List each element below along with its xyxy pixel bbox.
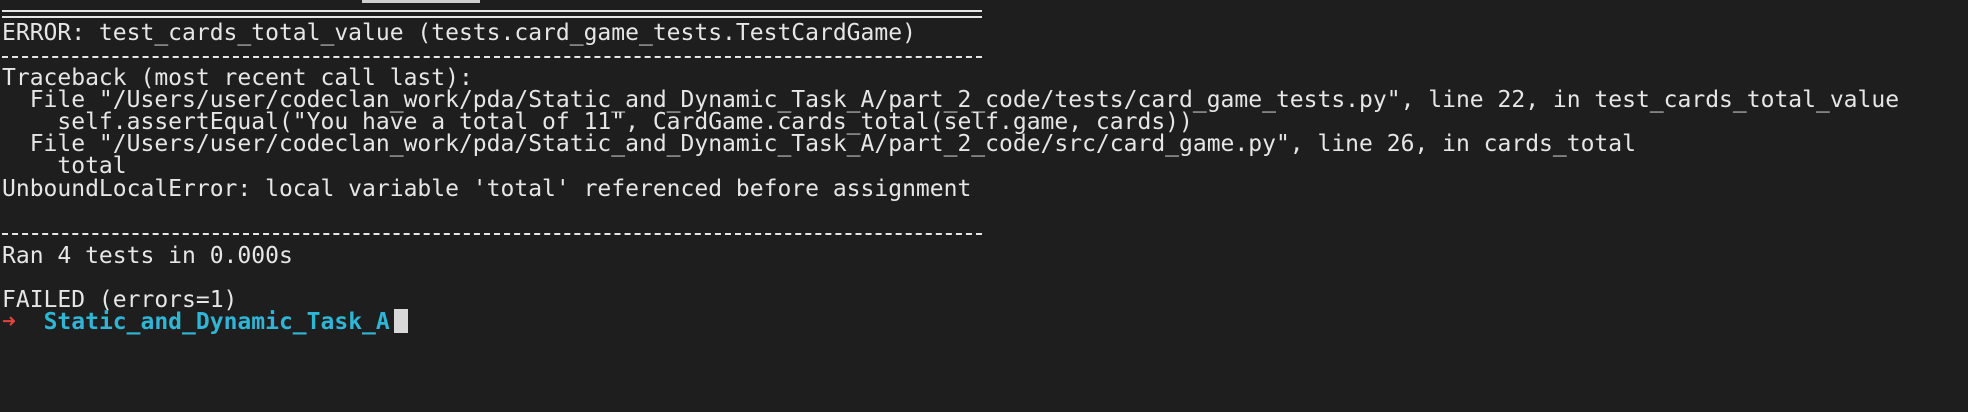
test-summary: Ran 4 tests in 0.000s	[2, 243, 293, 269]
shell-prompt[interactable]: ➜ Static_and_Dynamic_Task_A	[2, 308, 408, 336]
prompt-directory: Static_and_Dynamic_Task_A	[43, 309, 390, 335]
text-cursor	[393, 309, 408, 333]
terminal-window[interactable]: ERROR: test_cards_total_value (tests.car…	[0, 0, 1968, 412]
prompt-arrow-icon: ➜	[2, 309, 16, 335]
exception-message: UnboundLocalError: local variable 'total…	[2, 176, 972, 202]
trace-line: File "/Users/user/codeclan_work/pda/Stat…	[2, 131, 1636, 157]
